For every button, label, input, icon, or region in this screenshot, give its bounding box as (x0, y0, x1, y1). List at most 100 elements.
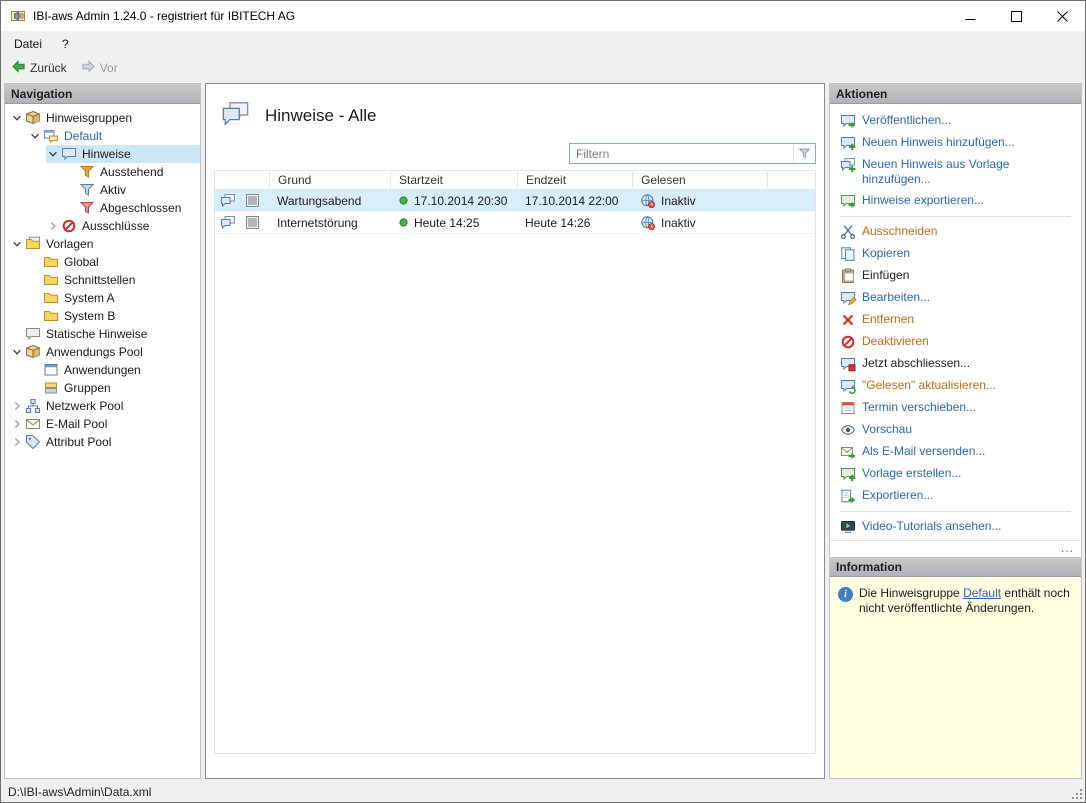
create-template-icon (840, 466, 856, 482)
action-hinweise-exportieren[interactable]: Hinweise exportieren... (840, 190, 1075, 212)
paste-icon (840, 268, 856, 284)
nav-item-schnittstellen[interactable]: Schnittstellen (28, 271, 200, 289)
action-termin-verschieben[interactable]: Termin verschieben... (840, 397, 1075, 419)
nav-item-label: Ausschlüsse (78, 219, 153, 233)
actions-overflow-indicator[interactable]: ... (830, 540, 1081, 557)
status-dot-icon (398, 195, 409, 206)
action-deaktivieren[interactable]: Deaktivieren (840, 331, 1075, 353)
export-icon (840, 488, 856, 504)
nav-item-system-b[interactable]: System B (28, 307, 200, 325)
action-neuen-hinweis-hinzufügen[interactable]: Neuen Hinweis hinzufügen... (840, 132, 1075, 154)
column-header-startzeit[interactable]: Startzeit (390, 171, 517, 189)
action-kopieren[interactable]: Kopieren (840, 243, 1075, 265)
group-icon (42, 128, 60, 144)
action-veröffentlichen[interactable]: Veröffentlichen... (840, 110, 1075, 132)
action-jetzt-abschliessen[interactable]: Jetzt abschliessen... (840, 353, 1075, 375)
nav-item-system-a[interactable]: System A (28, 289, 200, 307)
forward-button[interactable]: Vor (75, 58, 124, 78)
action-vorschau[interactable]: Vorschau (840, 419, 1075, 441)
action-exportieren[interactable]: Exportieren... (840, 485, 1075, 507)
toolbar: Zurück Vor (1, 56, 1085, 79)
action-entfernen[interactable]: Entfernen (840, 309, 1075, 331)
chevron-down-icon[interactable] (10, 347, 24, 357)
nav-item-hinweisgruppen[interactable]: Hinweisgruppen (10, 109, 200, 127)
nav-item-anwendungen[interactable]: Anwendungen (28, 361, 200, 379)
titlebar: IBI-aws Admin 1.24.0 - registriert für I… (1, 1, 1085, 31)
action-vorlage-erstellen[interactable]: Vorlage erstellen... (840, 463, 1075, 485)
action-bearbeiten[interactable]: Bearbeiten... (840, 287, 1075, 309)
chevron-down-icon[interactable] (10, 239, 24, 249)
nav-item-label: Netzwerk Pool (42, 399, 127, 413)
nav-item-statische-hinweise[interactable]: Statische Hinweise (10, 325, 200, 343)
nav-item-e-mail-pool[interactable]: E-Mail Pool (10, 415, 200, 433)
filter-box (569, 143, 816, 164)
static-hint-icon (24, 326, 42, 342)
group-box-icon (24, 110, 42, 126)
checkbox-icon (246, 216, 259, 229)
cell-grund: Wartungsabend (269, 194, 390, 208)
menu-help[interactable]: ? (52, 33, 79, 55)
filter-input[interactable] (570, 147, 793, 161)
maximize-button[interactable] (993, 1, 1039, 31)
action-label: Veröffentlichen... (862, 113, 951, 128)
row-checkbox[interactable] (241, 194, 269, 207)
action-label: Einfügen (862, 268, 909, 283)
nav-item-netzwerk-pool[interactable]: Netzwerk Pool (10, 397, 200, 415)
chevron-right-icon[interactable] (10, 437, 24, 447)
chevron-right-icon[interactable] (46, 221, 60, 231)
status-dot-icon (398, 217, 409, 228)
row-checkbox[interactable] (241, 216, 269, 229)
nav-item-gruppen[interactable]: Gruppen (28, 379, 200, 397)
action-label: Vorlage erstellen... (862, 466, 961, 481)
menu-datei[interactable]: Datei (4, 33, 52, 55)
nav-item-anwendungs-pool[interactable]: Anwendungs Pool (10, 343, 200, 361)
nav-item-aktiv[interactable]: Aktiv (64, 181, 200, 199)
gelesen-status-icon (640, 215, 656, 231)
filter-funnel-icon[interactable] (793, 144, 815, 163)
window-title: IBI-aws Admin 1.24.0 - registriert für I… (33, 9, 947, 23)
nav-item-abgeschlossen[interactable]: Abgeschlossen (64, 199, 200, 217)
folder-icon (42, 272, 60, 288)
nav-item-default[interactable]: Default (28, 127, 200, 145)
action-label: Neuen Hinweis aus Vorlage hinzufügen... (862, 157, 1075, 187)
back-button[interactable]: Zurück (5, 58, 73, 78)
column-header-endzeit[interactable]: Endzeit (517, 171, 632, 189)
action-label: Video-Tutorials ansehen... (862, 519, 1001, 534)
column-header-grund[interactable]: Grund (269, 171, 390, 189)
information-header: Information (830, 557, 1081, 577)
row-checkbox-column-header[interactable] (241, 171, 269, 189)
action-gelesen-aktualisieren[interactable]: "Gelesen" aktualisieren... (840, 375, 1075, 397)
nav-item-hinweise[interactable]: Hinweise (46, 145, 200, 163)
nav-item-global[interactable]: Global (28, 253, 200, 271)
nav-item-ausschlüsse[interactable]: Ausschlüsse (46, 217, 200, 235)
minimize-button[interactable] (947, 1, 993, 31)
copy-icon (840, 246, 856, 262)
table-body: Wartungsabend17.10.2014 20:3017.10.2014 … (215, 190, 815, 234)
nav-item-ausstehend[interactable]: Ausstehend (64, 163, 200, 181)
nav-item-attribut-pool[interactable]: Attribut Pool (10, 433, 200, 451)
table-row[interactable]: Wartungsabend17.10.2014 20:3017.10.2014 … (215, 190, 815, 212)
pool-icon (24, 344, 42, 360)
chevron-right-icon[interactable] (10, 419, 24, 429)
chevron-down-icon[interactable] (46, 149, 60, 159)
column-header-gelesen[interactable]: Gelesen (632, 171, 767, 189)
mail-icon (24, 416, 42, 432)
chevron-right-icon[interactable] (10, 401, 24, 411)
default-group-link[interactable]: Default (963, 586, 1001, 600)
nav-item-vorlagen[interactable]: Vorlagen (10, 235, 200, 253)
action-einfügen[interactable]: Einfügen (840, 265, 1075, 287)
row-icon-column-header[interactable] (215, 171, 241, 189)
action-als-e-mail-versenden[interactable]: Als E-Mail versenden... (840, 441, 1075, 463)
action-neuen-hinweis-aus-vorlage-hinzufügen[interactable]: Neuen Hinweis aus Vorlage hinzufügen... (840, 154, 1075, 190)
action-ausschneiden[interactable]: Ausschneiden (840, 221, 1075, 243)
close-button[interactable] (1039, 1, 1085, 31)
back-label: Zurück (30, 61, 67, 75)
table-row[interactable]: InternetstörungHeute 14:25Heute 14:26Ina… (215, 212, 815, 234)
chevron-down-icon[interactable] (10, 113, 24, 123)
resize-grip[interactable] (1071, 788, 1083, 800)
nav-item-label: System A (60, 291, 119, 305)
nav-item-label: Schnittstellen (60, 273, 139, 287)
filter-blue-icon (78, 182, 96, 198)
action-video-tutorials-ansehen[interactable]: Video-Tutorials ansehen... (840, 516, 1075, 538)
chevron-down-icon[interactable] (28, 131, 42, 141)
